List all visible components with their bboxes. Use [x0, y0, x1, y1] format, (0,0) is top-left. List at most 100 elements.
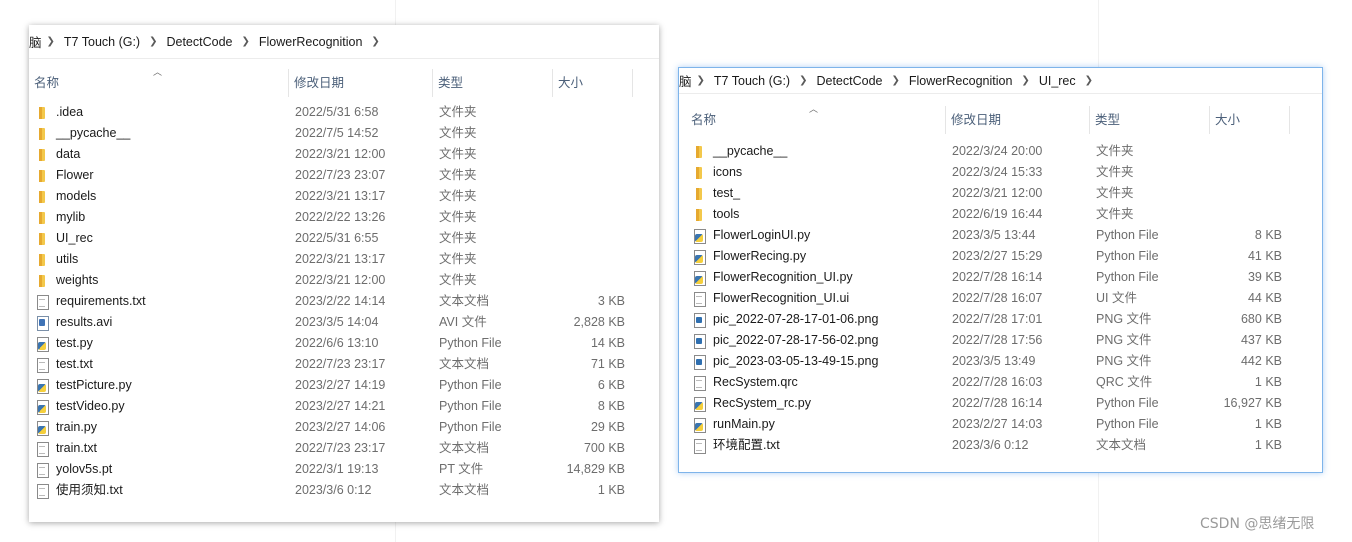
file-name-cell[interactable]: test.txt [35, 354, 93, 375]
chevron-right-icon[interactable]: ❯ [1082, 75, 1096, 86]
file-name-cell[interactable]: pic_2022-07-28-17-56-02.png [692, 330, 878, 351]
list-item[interactable]: RecSystem.qrc 2022/7/28 16:03 QRC 文件 1 KB [679, 372, 1322, 393]
chevron-right-icon[interactable]: ❯ [239, 36, 253, 47]
list-item[interactable]: train.txt 2022/7/23 23:17 文本文档 700 KB [29, 438, 659, 459]
list-item[interactable]: __pycache__ 2022/3/24 20:00 文件夹 [679, 141, 1322, 162]
column-header-date[interactable]: 修改日期 [946, 106, 1090, 134]
file-name-cell[interactable]: results.avi [35, 312, 112, 333]
file-name-cell[interactable]: FlowerRecognition_UI.ui [692, 288, 849, 309]
list-item[interactable]: models 2022/3/21 13:17 文件夹 [29, 186, 659, 207]
file-type: 文件夹 [439, 252, 477, 266]
list-item[interactable]: __pycache__ 2022/7/5 14:52 文件夹 [29, 123, 659, 144]
file-name-cell[interactable]: __pycache__ [692, 141, 787, 162]
breadcrumb-item-drive[interactable]: T7 Touch (G:) [708, 74, 796, 88]
file-name-cell[interactable]: test.py [35, 333, 93, 354]
list-item[interactable]: testVideo.py 2023/2/27 14:21 Python File 8 … [29, 396, 659, 417]
chevron-right-icon[interactable]: ❯ [796, 75, 810, 86]
file-name-cell[interactable]: __pycache__ [35, 123, 130, 144]
list-item[interactable]: FlowerRecognition_UI.ui 2022/7/28 16:07 UI… [679, 288, 1322, 309]
breadcrumb-item-detectcode[interactable]: DetectCode [160, 35, 238, 49]
file-name-cell[interactable]: utils [35, 249, 78, 270]
column-header-size[interactable]: 大小 [1210, 106, 1290, 134]
breadcrumb-item-drive[interactable]: T7 Touch (G:) [58, 35, 146, 49]
file-name-cell[interactable]: train.txt [35, 438, 97, 459]
list-item[interactable]: Flower 2022/7/23 23:07 文件夹 [29, 165, 659, 186]
file-name-cell[interactable]: icons [692, 162, 742, 183]
column-header-type[interactable]: 类型 [433, 69, 553, 97]
file-name-cell[interactable]: FlowerRecognition_UI.py [692, 267, 853, 288]
file-name-cell[interactable]: FlowerRecing.py [692, 246, 806, 267]
list-item[interactable]: RecSystem_rc.py 2022/7/28 16:14 Python Fil… [679, 393, 1322, 414]
list-item[interactable]: test.py 2022/6/6 13:10 Python File 14 KB [29, 333, 659, 354]
file-name-cell[interactable]: yolov5s.pt [35, 459, 112, 480]
file-name-cell[interactable]: RecSystem.qrc [692, 372, 798, 393]
column-header-type[interactable]: 类型 [1090, 106, 1210, 134]
list-item[interactable]: yolov5s.pt 2022/3/1 19:13 PT 文件 14,829 KB [29, 459, 659, 480]
file-type: Python File [439, 336, 502, 350]
list-item[interactable]: requirements.txt 2023/2/22 14:14 文本文档 3 KB [29, 291, 659, 312]
list-item[interactable]: testPicture.py 2023/2/27 14:19 Python File… [29, 375, 659, 396]
file-type: Python File [1096, 228, 1159, 242]
chevron-right-icon[interactable]: ❯ [889, 75, 903, 86]
column-header-size[interactable]: 大小 [553, 69, 633, 97]
file-name-cell[interactable]: pic_2022-07-28-17-01-06.png [692, 309, 878, 330]
column-header-name[interactable]: 名称 [29, 69, 289, 97]
file-name-cell[interactable]: FlowerLoginUI.py [692, 225, 810, 246]
list-item[interactable]: pic_2022-07-28-17-56-02.png 2022/7/28 17:… [679, 330, 1322, 351]
list-item[interactable]: tools 2022/6/19 16:44 文件夹 [679, 204, 1322, 225]
file-name-cell[interactable]: requirements.txt [35, 291, 146, 312]
list-item[interactable]: data 2022/3/21 12:00 文件夹 [29, 144, 659, 165]
list-item[interactable]: FlowerRecognition_UI.py 2022/7/28 16:14 Py… [679, 267, 1322, 288]
list-item[interactable]: FlowerRecing.py 2023/2/27 15:29 Python Fil… [679, 246, 1322, 267]
list-item[interactable]: test_ 2022/3/21 12:00 文件夹 [679, 183, 1322, 204]
file-name-cell[interactable]: Flower [35, 165, 94, 186]
breadcrumb-item-ui-rec[interactable]: UI_rec [1033, 74, 1082, 88]
breadcrumb-item-detectcode[interactable]: DetectCode [810, 74, 888, 88]
list-item[interactable]: runMain.py 2023/2/27 14:03 Python File 1 KB [679, 414, 1322, 435]
chevron-right-icon[interactable]: ❯ [44, 36, 58, 47]
list-item[interactable]: results.avi 2023/3/5 14:04 AVI 文件 2,828 KB [29, 312, 659, 333]
breadcrumb-cut-label[interactable]: 脑 [29, 32, 44, 51]
list-item[interactable]: pic_2023-03-05-13-49-15.png 2023/3/5 13:4… [679, 351, 1322, 372]
breadcrumb-item-flowerrecognition[interactable]: FlowerRecognition [903, 74, 1019, 88]
file-size [1212, 183, 1282, 204]
file-name-cell[interactable]: 环境配置.txt [692, 435, 780, 456]
file-name-cell[interactable]: test_ [692, 183, 740, 204]
breadcrumb-cut-label[interactable]: 脑 [679, 71, 694, 90]
file-name-cell[interactable]: data [35, 144, 80, 165]
list-item[interactable]: test.txt 2022/7/23 23:17 文本文档 71 KB [29, 354, 659, 375]
file-name-cell[interactable]: pic_2023-03-05-13-49-15.png [692, 351, 878, 372]
file-name-cell[interactable]: testPicture.py [35, 375, 132, 396]
file-name-cell[interactable]: RecSystem_rc.py [692, 393, 811, 414]
list-item[interactable]: icons 2022/3/24 15:33 文件夹 [679, 162, 1322, 183]
chevron-right-icon[interactable]: ❯ [146, 36, 160, 47]
list-item[interactable]: mylib 2022/2/22 13:26 文件夹 [29, 207, 659, 228]
file-name-cell[interactable]: train.py [35, 417, 97, 438]
list-item[interactable]: weights 2022/3/21 12:00 文件夹 [29, 270, 659, 291]
breadcrumb-item-flowerrecognition[interactable]: FlowerRecognition [253, 35, 369, 49]
list-item[interactable]: UI_rec 2022/5/31 6:55 文件夹 [29, 228, 659, 249]
chevron-right-icon[interactable]: ❯ [368, 36, 382, 47]
file-date: 2022/7/28 16:03 [952, 375, 1043, 389]
file-name-cell[interactable]: UI_rec [35, 228, 93, 249]
file-name-cell[interactable]: 使用须知.txt [35, 480, 123, 501]
file-name-cell[interactable]: models [35, 186, 96, 207]
file-name-cell[interactable]: .idea [35, 102, 83, 123]
list-item[interactable]: train.py 2023/2/27 14:06 Python File 29 KB [29, 417, 659, 438]
file-name-cell[interactable]: runMain.py [692, 414, 775, 435]
list-item[interactable]: 环境配置.txt 2023/3/6 0:12 文本文档 1 KB [679, 435, 1322, 456]
list-item[interactable]: utils 2022/3/21 13:17 文件夹 [29, 249, 659, 270]
file-name-cell[interactable]: weights [35, 270, 98, 291]
file-name-cell[interactable]: tools [692, 204, 739, 225]
file-name-cell[interactable]: testVideo.py [35, 396, 125, 417]
folder-icon [35, 168, 51, 184]
list-item[interactable]: FlowerLoginUI.py 2023/3/5 13:44 Python Fil… [679, 225, 1322, 246]
file-name-cell[interactable]: mylib [35, 207, 85, 228]
column-header-name[interactable]: 名称 [686, 106, 946, 134]
chevron-right-icon[interactable]: ❯ [1018, 75, 1032, 86]
list-item[interactable]: .idea 2022/5/31 6:58 文件夹 [29, 102, 659, 123]
list-item[interactable]: 使用须知.txt 2023/3/6 0:12 文本文档 1 KB [29, 480, 659, 501]
chevron-right-icon[interactable]: ❯ [694, 75, 708, 86]
column-header-date[interactable]: 修改日期 [289, 69, 433, 97]
list-item[interactable]: pic_2022-07-28-17-01-06.png 2022/7/28 17:… [679, 309, 1322, 330]
